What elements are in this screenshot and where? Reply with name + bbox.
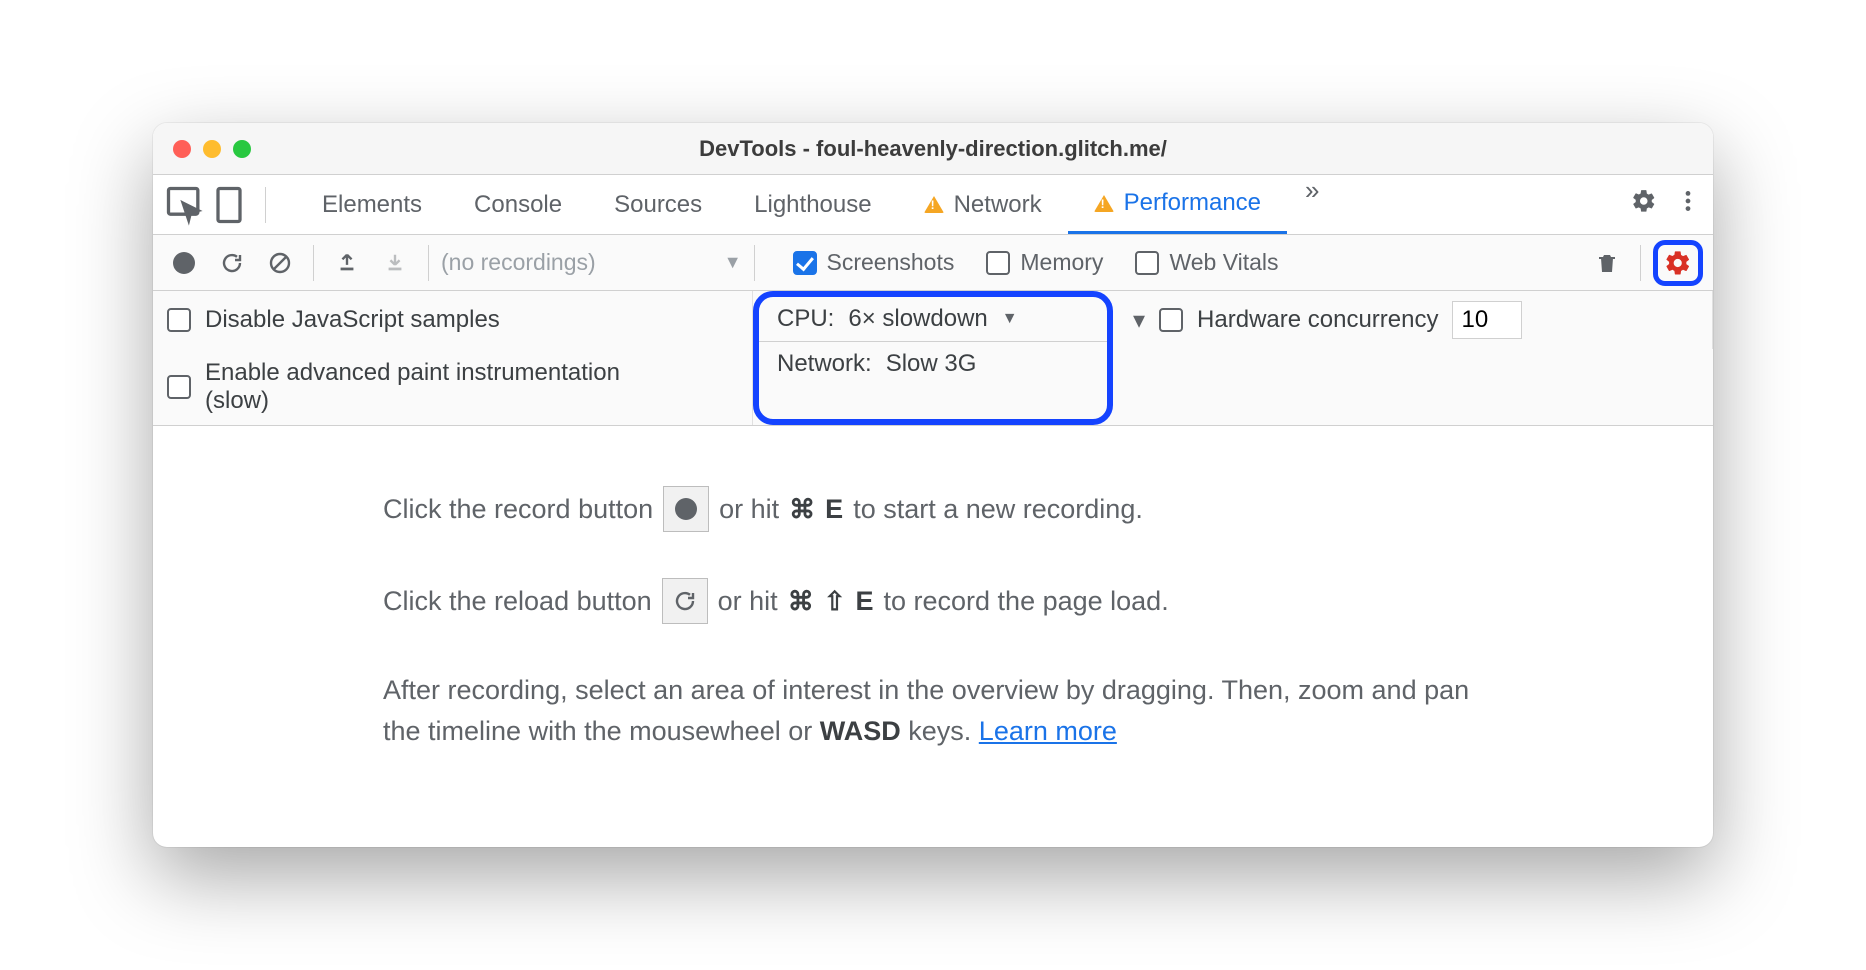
- dropdown-arrow-icon: ▼: [724, 252, 742, 273]
- hardware-concurrency-checkbox[interactable]: Hardware concurrency: [1159, 306, 1438, 334]
- reload-record-button[interactable]: [211, 251, 253, 275]
- more-tabs-icon[interactable]: »: [1287, 175, 1337, 234]
- record-button[interactable]: [163, 252, 205, 274]
- hardware-concurrency-input[interactable]: [1452, 301, 1522, 339]
- cpu-value: 6× slowdown: [848, 305, 987, 333]
- more-options-icon[interactable]: [1675, 188, 1701, 221]
- caret-icon: ▾: [1133, 306, 1145, 335]
- window-title: DevTools - foul-heavenly-direction.glitc…: [153, 136, 1713, 162]
- checkbox-icon: [793, 251, 817, 275]
- performance-toolbar: (no recordings) ▼ Screenshots Memory Web…: [153, 235, 1713, 291]
- cmd-key-icon: ⌘: [789, 490, 815, 529]
- tab-network[interactable]: Network: [898, 175, 1068, 234]
- cmd-key-icon: ⌘: [788, 582, 814, 621]
- devtools-tabstrip: Elements Console Sources Lighthouse Netw…: [153, 175, 1713, 235]
- performance-empty-state: Click the record button or hit ⌘ E to st…: [153, 426, 1713, 847]
- load-profile-button[interactable]: [326, 252, 368, 274]
- hint-reload: Click the reload button or hit ⌘ ⇧ E to …: [383, 578, 1483, 624]
- hint-record: Click the record button or hit ⌘ E to st…: [383, 486, 1483, 532]
- record-button-inline[interactable]: [663, 486, 709, 532]
- capture-settings-button[interactable]: [1653, 240, 1703, 286]
- minimize-window-icon[interactable]: [203, 140, 221, 158]
- fullscreen-window-icon[interactable]: [233, 140, 251, 158]
- network-value: Slow 3G: [886, 350, 977, 378]
- tab-elements[interactable]: Elements: [296, 175, 448, 234]
- clear-button[interactable]: [259, 251, 301, 275]
- tab-lighthouse[interactable]: Lighthouse: [728, 175, 897, 234]
- advanced-paint-checkbox[interactable]: Enable advanced paint instrumentation (s…: [153, 349, 753, 425]
- divider: [313, 245, 314, 281]
- hint-after-recording: After recording, select an area of inter…: [383, 670, 1483, 751]
- learn-more-link[interactable]: Learn more: [979, 716, 1117, 746]
- webvitals-checkbox[interactable]: Web Vitals: [1135, 249, 1278, 276]
- checkbox-icon: [167, 375, 191, 399]
- divider: [428, 245, 429, 281]
- divider: [754, 245, 755, 281]
- titlebar: DevTools - foul-heavenly-direction.glitc…: [153, 123, 1713, 175]
- network-throttle-select[interactable]: Network: Slow 3G: [759, 341, 1107, 386]
- warning-icon: [924, 196, 944, 213]
- record-icon: [173, 252, 195, 274]
- settings-icon[interactable]: [1631, 188, 1657, 221]
- screenshots-checkbox[interactable]: Screenshots: [793, 249, 955, 276]
- capture-settings-panel: Disable JavaScript samples CPU: 6× slowd…: [153, 291, 1713, 426]
- shift-key-icon: ⇧: [824, 582, 846, 621]
- checkbox-icon: [167, 308, 191, 332]
- throttling-highlight: CPU: 6× slowdown ▼ Network: Slow 3G: [753, 291, 1113, 425]
- network-label: Network:: [777, 350, 872, 378]
- checkbox-icon: [986, 251, 1010, 275]
- reload-button-inline[interactable]: [662, 578, 708, 624]
- record-icon: [675, 498, 697, 520]
- cpu-label: CPU:: [777, 305, 834, 333]
- device-toolbar-icon[interactable]: [207, 175, 251, 234]
- disable-js-samples-checkbox[interactable]: Disable JavaScript samples: [153, 291, 753, 349]
- dropdown-arrow-icon: ▼: [1002, 310, 1018, 328]
- checkbox-icon: [1135, 251, 1159, 275]
- inspect-element-icon[interactable]: [163, 175, 207, 234]
- collect-garbage-button[interactable]: [1586, 251, 1628, 275]
- save-profile-button[interactable]: [374, 252, 416, 274]
- recordings-dropdown[interactable]: (no recordings) ▼: [441, 249, 742, 276]
- divider: [265, 187, 266, 223]
- checkbox-icon: [1159, 308, 1183, 332]
- recordings-placeholder: (no recordings): [441, 249, 596, 276]
- cpu-throttle-select[interactable]: CPU: 6× slowdown ▼: [759, 297, 1107, 341]
- tab-console[interactable]: Console: [448, 175, 588, 234]
- devtools-window: DevTools - foul-heavenly-direction.glitc…: [153, 123, 1713, 847]
- tab-performance[interactable]: Performance: [1068, 175, 1287, 234]
- divider: [1640, 245, 1641, 281]
- close-window-icon[interactable]: [173, 140, 191, 158]
- memory-checkbox[interactable]: Memory: [986, 249, 1103, 276]
- warning-icon: [1094, 195, 1114, 212]
- tab-sources[interactable]: Sources: [588, 175, 728, 234]
- window-controls: [173, 140, 251, 158]
